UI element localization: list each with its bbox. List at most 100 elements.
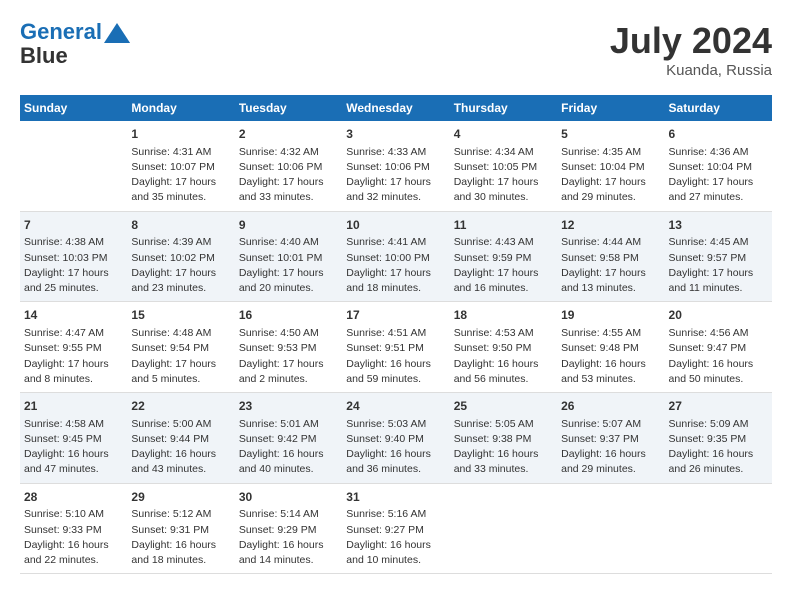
calendar-cell [20,121,127,211]
cell-content: Sunrise: 5:09 AM Sunset: 9:35 PM Dayligh… [669,417,768,478]
day-header-saturday: Saturday [665,95,772,121]
cell-content: Sunrise: 4:40 AM Sunset: 10:01 PM Daylig… [239,235,338,296]
calendar-cell: 31Sunrise: 5:16 AM Sunset: 9:27 PM Dayli… [342,483,449,574]
day-number: 9 [239,217,338,234]
day-number: 22 [131,398,230,415]
day-number: 25 [454,398,553,415]
week-row-2: 7Sunrise: 4:38 AM Sunset: 10:03 PM Dayli… [20,211,772,302]
calendar-cell: 1Sunrise: 4:31 AM Sunset: 10:07 PM Dayli… [127,121,234,211]
cell-content: Sunrise: 4:45 AM Sunset: 9:57 PM Dayligh… [669,235,768,296]
day-number: 15 [131,307,230,324]
calendar-cell: 11Sunrise: 4:43 AM Sunset: 9:59 PM Dayli… [450,211,557,302]
calendar-cell: 8Sunrise: 4:39 AM Sunset: 10:02 PM Dayli… [127,211,234,302]
day-number: 27 [669,398,768,415]
calendar-cell: 22 Sunrise: 5:00 AM Sunset: 9:44 PM Dayli… [127,393,234,484]
day-header-thursday: Thursday [450,95,557,121]
day-number: 12 [561,217,660,234]
cell-content: Sunrise: 5:05 AM Sunset: 9:38 PM Dayligh… [454,417,553,478]
day-number: 2 [239,126,338,143]
day-number: 14 [24,307,123,324]
calendar-cell: 17 Sunrise: 4:51 AM Sunset: 9:51 PM Dayli… [342,302,449,393]
calendar-cell: 21Sunrise: 4:58 AM Sunset: 9:45 PM Dayli… [20,393,127,484]
calendar-cell: 12Sunrise: 4:44 AM Sunset: 9:58 PM Dayli… [557,211,664,302]
week-row-3: 14 Sunrise: 4:47 AM Sunset: 9:55 PM Dayli… [20,302,772,393]
cell-content: Sunrise: 4:47 AM Sunset: 9:55 PM Dayligh… [24,326,123,387]
calendar-cell: 30Sunrise: 5:14 AM Sunset: 9:29 PM Dayli… [235,483,342,574]
cell-content: Sunrise: 4:50 AM Sunset: 9:53 PM Dayligh… [239,326,338,387]
day-number: 19 [561,307,660,324]
day-header-tuesday: Tuesday [235,95,342,121]
day-number: 24 [346,398,445,415]
calendar-cell: 19 Sunrise: 4:55 AM Sunset: 9:48 PM Dayli… [557,302,664,393]
day-number: 29 [131,489,230,506]
cell-content: Sunrise: 4:55 AM Sunset: 9:48 PM Dayligh… [561,326,660,387]
day-number: 6 [669,126,768,143]
day-header-wednesday: Wednesday [342,95,449,121]
calendar-cell [450,483,557,574]
day-number: 5 [561,126,660,143]
calendar-cell: 26 Sunrise: 5:07 AM Sunset: 9:37 PM Dayli… [557,393,664,484]
day-number: 4 [454,126,553,143]
calendar-cell: 25 Sunrise: 5:05 AM Sunset: 9:38 PM Dayli… [450,393,557,484]
cell-content: Sunrise: 5:10 AM Sunset: 9:33 PM Dayligh… [24,507,123,568]
page-header: General Blue July 2024 Kuanda, Russia [20,20,772,79]
day-header-monday: Monday [127,95,234,121]
cell-content: Sunrise: 4:34 AM Sunset: 10:05 PM Daylig… [454,145,553,206]
day-number: 1 [131,126,230,143]
week-row-5: 28Sunrise: 5:10 AM Sunset: 9:33 PM Dayli… [20,483,772,574]
day-number: 11 [454,217,553,234]
cell-content: Sunrise: 4:39 AM Sunset: 10:02 PM Daylig… [131,235,230,296]
day-number: 16 [239,307,338,324]
calendar-cell: 28Sunrise: 5:10 AM Sunset: 9:33 PM Dayli… [20,483,127,574]
calendar-cell: 6 Sunrise: 4:36 AM Sunset: 10:04 PM Dayli… [665,121,772,211]
day-number: 13 [669,217,768,234]
cell-content: Sunrise: 4:38 AM Sunset: 10:03 PM Daylig… [24,235,123,296]
calendar-cell [557,483,664,574]
cell-content: Sunrise: 4:32 AM Sunset: 10:06 PM Daylig… [239,145,338,206]
day-number: 28 [24,489,123,506]
calendar-cell: 24Sunrise: 5:03 AM Sunset: 9:40 PM Dayli… [342,393,449,484]
logo-line2: Blue [20,44,130,68]
day-number: 20 [669,307,768,324]
day-number: 3 [346,126,445,143]
cell-content: Sunrise: 4:41 AM Sunset: 10:00 PM Daylig… [346,235,445,296]
day-header-friday: Friday [557,95,664,121]
cell-content: Sunrise: 5:00 AM Sunset: 9:44 PM Dayligh… [131,417,230,478]
location: Kuanda, Russia [610,62,772,79]
cell-content: Sunrise: 5:01 AM Sunset: 9:42 PM Dayligh… [239,417,338,478]
cell-content: Sunrise: 4:36 AM Sunset: 10:04 PM Daylig… [669,145,768,206]
calendar-cell: 5Sunrise: 4:35 AM Sunset: 10:04 PM Dayli… [557,121,664,211]
cell-content: Sunrise: 4:53 AM Sunset: 9:50 PM Dayligh… [454,326,553,387]
week-row-1: 1Sunrise: 4:31 AM Sunset: 10:07 PM Dayli… [20,121,772,211]
cell-content: Sunrise: 5:07 AM Sunset: 9:37 PM Dayligh… [561,417,660,478]
calendar-table: SundayMondayTuesdayWednesdayThursdayFrid… [20,95,772,574]
calendar-cell: 20 Sunrise: 4:56 AM Sunset: 9:47 PM Dayli… [665,302,772,393]
calendar-cell: 29Sunrise: 5:12 AM Sunset: 9:31 PM Dayli… [127,483,234,574]
cell-content: Sunrise: 4:56 AM Sunset: 9:47 PM Dayligh… [669,326,768,387]
cell-content: Sunrise: 4:33 AM Sunset: 10:06 PM Daylig… [346,145,445,206]
cell-content: Sunrise: 5:14 AM Sunset: 9:29 PM Dayligh… [239,507,338,568]
cell-content: Sunrise: 4:51 AM Sunset: 9:51 PM Dayligh… [346,326,445,387]
logo: General Blue [20,20,130,68]
month-title: July 2024 [610,20,772,62]
calendar-cell: 13Sunrise: 4:45 AM Sunset: 9:57 PM Dayli… [665,211,772,302]
cell-content: Sunrise: 4:48 AM Sunset: 9:54 PM Dayligh… [131,326,230,387]
day-number: 18 [454,307,553,324]
cell-content: Sunrise: 5:16 AM Sunset: 9:27 PM Dayligh… [346,507,445,568]
day-number: 8 [131,217,230,234]
cell-content: Sunrise: 4:58 AM Sunset: 9:45 PM Dayligh… [24,417,123,478]
cell-content: Sunrise: 5:12 AM Sunset: 9:31 PM Dayligh… [131,507,230,568]
logo-text: General [20,20,130,44]
calendar-cell: 14 Sunrise: 4:47 AM Sunset: 9:55 PM Dayli… [20,302,127,393]
calendar-cell [665,483,772,574]
week-row-4: 21Sunrise: 4:58 AM Sunset: 9:45 PM Dayli… [20,393,772,484]
day-number: 17 [346,307,445,324]
calendar-cell: 7Sunrise: 4:38 AM Sunset: 10:03 PM Dayli… [20,211,127,302]
day-number: 26 [561,398,660,415]
header-row: SundayMondayTuesdayWednesdayThursdayFrid… [20,95,772,121]
calendar-cell: 23 Sunrise: 5:01 AM Sunset: 9:42 PM Dayli… [235,393,342,484]
calendar-cell: 27 Sunrise: 5:09 AM Sunset: 9:35 PM Dayli… [665,393,772,484]
day-number: 31 [346,489,445,506]
cell-content: Sunrise: 4:44 AM Sunset: 9:58 PM Dayligh… [561,235,660,296]
day-number: 23 [239,398,338,415]
